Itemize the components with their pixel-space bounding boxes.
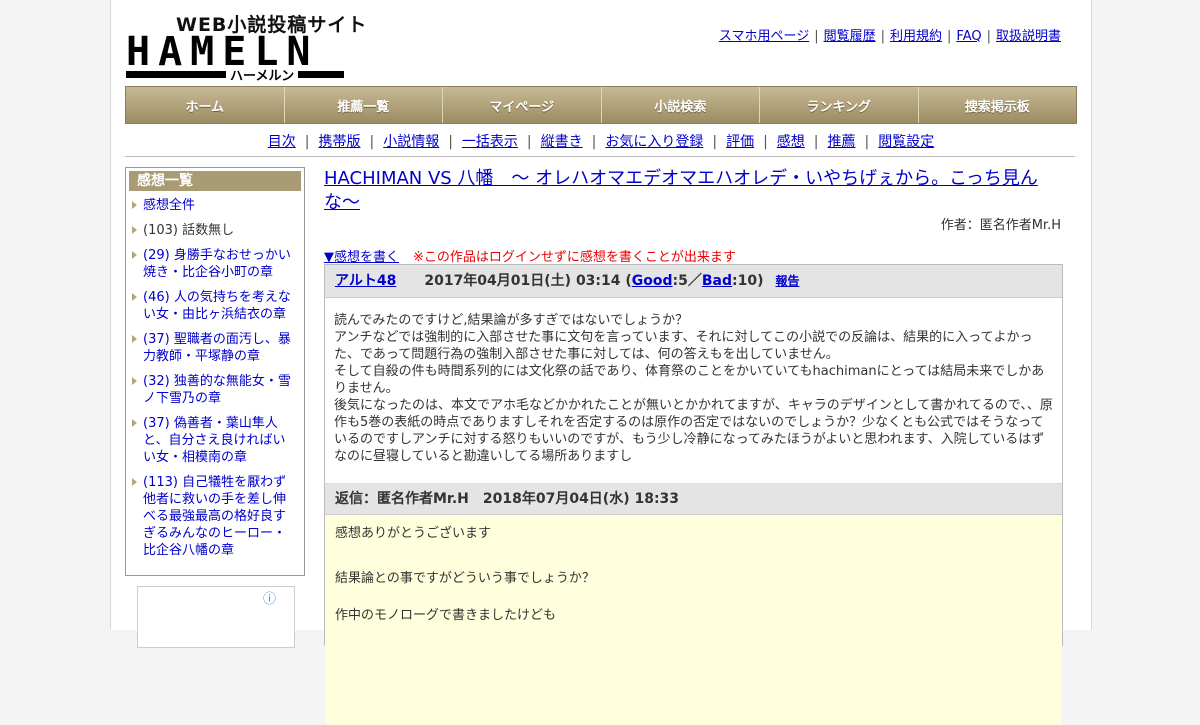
sidebar-link-chapter-komachi[interactable]: (29) 身勝手なおせっかい焼き・比企谷小町の章 bbox=[143, 248, 291, 280]
arrow-icon bbox=[132, 419, 137, 427]
comment-line: そして自殺の件も時間系列的には文化祭の話であり、体育祭のことをかいていてもhac… bbox=[334, 364, 1045, 396]
manual-link[interactable]: 取扱説明書 bbox=[996, 29, 1061, 44]
novel-author: 作者：匿名作者Mr.H bbox=[940, 218, 1061, 233]
sidebar-item: (32) 独善的な無能女・雪ノ下雪乃の章 bbox=[130, 373, 298, 407]
main-nav: ホーム 推薦一覧 マイページ 小説検索 ランキング 捜索掲示板 bbox=[125, 86, 1077, 124]
faq-link[interactable]: FAQ bbox=[956, 29, 981, 44]
sidebar-item: (46) 人の気持ちを考えない女・由比ヶ浜結衣の章 bbox=[130, 289, 298, 323]
comment-header: アルト48 2017年04月01日(土) 03:14 (Good:5／Bad:10… bbox=[325, 265, 1062, 298]
page: WEB小説投稿サイト HAMELN ハーメルン スマホ用ページ | 閲覧履歴 | 利用規… bbox=[110, 0, 1092, 725]
reply-line: 作中のモノローグで書きましたけども bbox=[335, 608, 557, 623]
ad-box[interactable]: ⓘ bbox=[137, 586, 295, 648]
sidebar-link-chapter-hayama[interactable]: (37) 偽善者・葉山隼人と、自分さえ良ければいい女・相模南の章 bbox=[143, 416, 285, 465]
sidebar-item: (37) 偽善者・葉山隼人と、自分さえ良ければいい女・相模南の章 bbox=[130, 415, 298, 466]
reply-header: 返信：匿名作者Mr.H 2018年07月04日(水) 18:33 bbox=[325, 483, 1062, 515]
subnav-rate[interactable]: 評価 bbox=[726, 134, 754, 150]
arrow-icon bbox=[132, 293, 137, 301]
sidebar-list: 感想全件 (103) 話数無し (29) 身勝手なおせっかい焼き・比企谷小町の章… bbox=[126, 197, 304, 559]
top-links: スマホ用ページ | 閲覧履歴 | 利用規約 | FAQ | 取扱説明書 bbox=[718, 29, 1061, 44]
sidebar-item: 感想全件 bbox=[130, 197, 298, 214]
arrow-icon bbox=[132, 226, 137, 234]
sidebar-text-no-episode: (103) 話数無し bbox=[143, 223, 235, 238]
good-link[interactable]: Good bbox=[632, 273, 673, 289]
smartphone-page-link[interactable]: スマホ用ページ bbox=[719, 29, 809, 44]
history-link[interactable]: 閲覧履歴 bbox=[824, 29, 876, 44]
nav-search[interactable]: 小説検索 bbox=[601, 87, 760, 123]
logo-kana: ハーメルン bbox=[226, 65, 299, 84]
hameln-logo[interactable]: WEB小説投稿サイト HAMELN ハーメルン bbox=[126, 8, 366, 84]
sidebar: 感想一覧 感想全件 (103) 話数無し (29) 身勝手なおせっかい焼き・比企… bbox=[125, 167, 305, 576]
comment-body: 読んでみたのですけど,結果論が多すぎではないでしょうか？ アンチなどでは強制的に… bbox=[325, 298, 1062, 483]
subnav-mobile[interactable]: 携帯版 bbox=[318, 134, 360, 150]
sidebar-item: (37) 聖職者の面汚し、暴力教師・平塚静の章 bbox=[130, 331, 298, 365]
subnav-all[interactable]: 一括表示 bbox=[462, 134, 518, 150]
bad-link[interactable]: Bad bbox=[702, 273, 732, 289]
sidebar-item: (103) 話数無し bbox=[130, 222, 298, 239]
arrow-icon bbox=[132, 478, 137, 486]
subnav-settings[interactable]: 閲覧設定 bbox=[878, 134, 934, 150]
sidebar-link-all[interactable]: 感想全件 bbox=[143, 198, 195, 213]
sidebar-item: (113) 自己犠牲を厭わず他者に救いの手を差し伸べる最強最高の格好良すぎるみん… bbox=[130, 474, 298, 559]
sub-nav: 目次 | 携帯版 | 小説情報 | 一括表示 | 縦書き | お気に入り登録 | 評価 | 感想 | 推薦 | 閲覧… bbox=[267, 134, 935, 150]
reply-line: 感想ありがとうございます bbox=[335, 526, 492, 541]
comment-line: アンチなどでは強制的に入部させた事に文句を言っています、それに対してこの小説での… bbox=[334, 330, 1033, 362]
subnav-recommend[interactable]: 推薦 bbox=[828, 134, 856, 150]
subnav-toc[interactable]: 目次 bbox=[268, 134, 296, 150]
comment-user-link[interactable]: アルト48 bbox=[335, 273, 396, 289]
login-notice: ※この作品はログインせずに感想を書くことが出来ます bbox=[413, 250, 736, 265]
divider bbox=[125, 156, 1075, 157]
subnav-comments[interactable]: 感想 bbox=[777, 134, 805, 150]
sidebar-link-chapter-hachiman[interactable]: (113) 自己犠牲を厭わず他者に救いの手を差し伸べる最強最高の格好良すぎるみん… bbox=[143, 475, 286, 558]
bad-count: :10) bbox=[732, 273, 764, 289]
sidebar-item: (29) 身勝手なおせっかい焼き・比企谷小町の章 bbox=[130, 247, 298, 281]
reply-body: 感想ありがとうございます 結果論との事ですがどういう事でしょうか？ 作中のモノロ… bbox=[325, 515, 1062, 725]
subnav-info[interactable]: 小説情報 bbox=[383, 134, 439, 150]
subnav-favorite[interactable]: お気に入り登録 bbox=[605, 134, 703, 150]
info-icon[interactable]: ⓘ bbox=[263, 588, 276, 607]
arrow-icon bbox=[132, 335, 137, 343]
write-comment-link[interactable]: ▼感想を書く bbox=[324, 250, 399, 265]
reply-line: 結果論との事ですがどういう事でしょうか？ bbox=[335, 571, 595, 586]
sidebar-link-chapter-shizuka[interactable]: (37) 聖職者の面汚し、暴力教師・平塚静の章 bbox=[143, 332, 291, 364]
sidebar-link-chapter-yui[interactable]: (46) 人の気持ちを考えない女・由比ヶ浜結衣の章 bbox=[143, 290, 291, 322]
comment-post: アルト48 2017年04月01日(土) 03:14 (Good:5／Bad:10… bbox=[324, 264, 1063, 725]
arrow-icon bbox=[132, 251, 137, 259]
arrow-icon bbox=[132, 377, 137, 385]
arrow-icon bbox=[132, 201, 137, 209]
comment-date: 2017年04月01日(土) 03:14 ( bbox=[424, 273, 632, 289]
nav-ranking[interactable]: ランキング bbox=[760, 87, 919, 123]
comment-line: 読んでみたのですけど,結果論が多すぎではないでしょうか？ bbox=[334, 313, 689, 328]
novel-title-link[interactable]: HACHIMAN VS 八幡 〜 オレハオマエデオマエハオレデ・いやちげぇから。… bbox=[324, 168, 1038, 213]
comment-line: 後気になったのは、本文でアホ毛などかかれたことが無いとかかれてますが、キャラのデ… bbox=[334, 398, 1053, 464]
good-count: :5／ bbox=[672, 273, 702, 289]
nav-mypage[interactable]: マイページ bbox=[443, 87, 602, 123]
nav-board[interactable]: 捜索掲示板 bbox=[918, 87, 1076, 123]
subnav-vertical[interactable]: 縦書き bbox=[541, 134, 583, 150]
write-bar: ▼感想を書く ※この作品はログインせずに感想を書くことが出来ます bbox=[324, 246, 736, 265]
nav-recommend[interactable]: 推薦一覧 bbox=[284, 87, 443, 123]
terms-link[interactable]: 利用規約 bbox=[890, 29, 942, 44]
sidebar-link-chapter-yukino[interactable]: (32) 独善的な無能女・雪ノ下雪乃の章 bbox=[143, 374, 291, 406]
nav-home[interactable]: ホーム bbox=[126, 87, 285, 123]
novel-title: HACHIMAN VS 八幡 〜 オレハオマエデオマエハオレデ・いやちげぇから。… bbox=[324, 167, 1064, 215]
report-link[interactable]: 報告 bbox=[776, 274, 800, 288]
sidebar-heading: 感想一覧 bbox=[129, 171, 301, 191]
